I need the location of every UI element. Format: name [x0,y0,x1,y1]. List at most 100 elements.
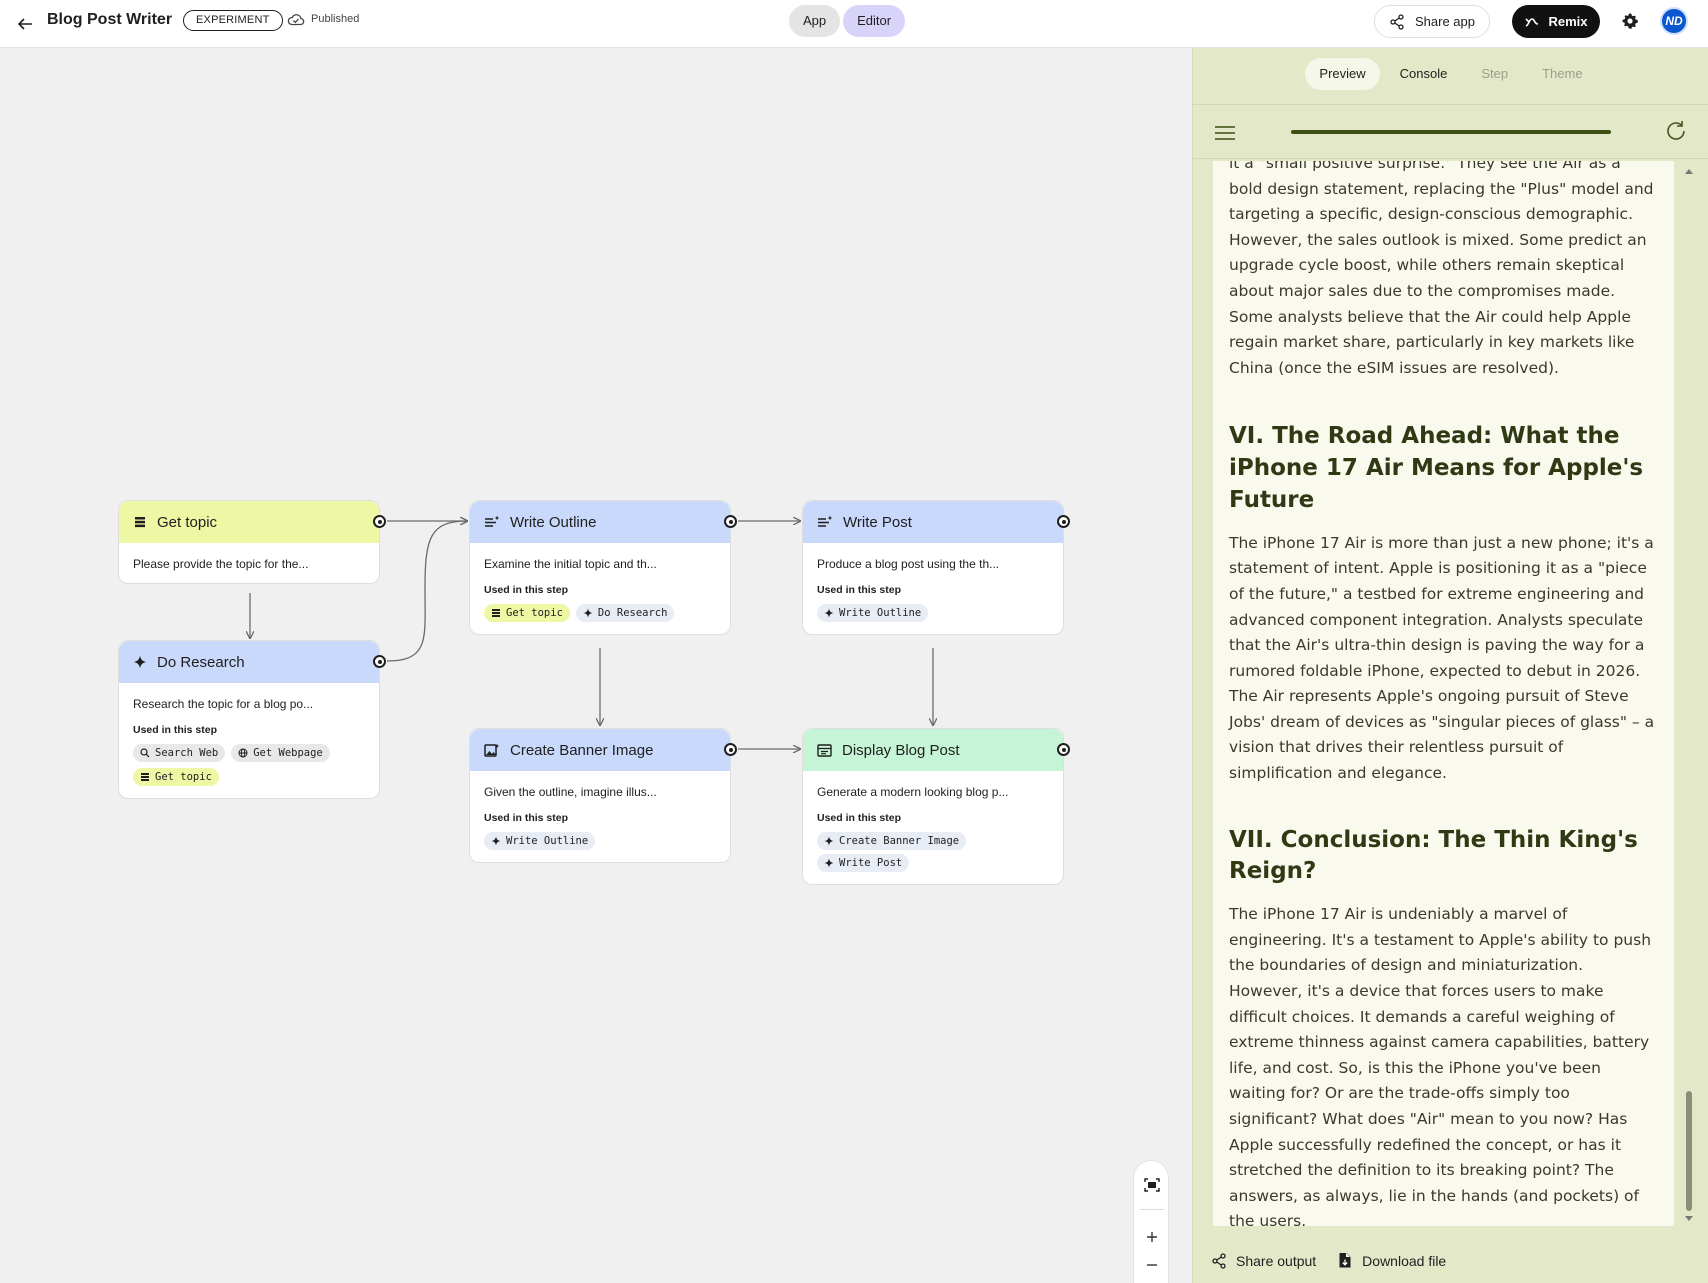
node-create-banner-image[interactable]: Create Banner Image Given the outline, i… [469,728,737,863]
output-port[interactable] [373,655,386,668]
fit-screen-icon [1144,1178,1160,1192]
node-header[interactable]: Create Banner Image [470,729,737,771]
zoom-controls [1133,1160,1169,1283]
share-app-label: Share app [1415,14,1475,29]
publish-status-label: Published [311,13,360,25]
chip-search-web[interactable]: Search Web [133,744,226,762]
download-file-label: Download file [1362,1252,1447,1269]
output-heading: VII. Conclusion: The Thin King's Reign? [1229,826,1638,885]
node-title: Do Research [157,653,245,671]
back-button[interactable] [10,9,40,39]
minus-icon [1147,1264,1157,1266]
node-header[interactable]: Do Research [119,641,386,683]
share-icon [1390,13,1404,30]
settings-button[interactable] [1619,10,1641,32]
remix-label: Remix [1548,14,1588,29]
tab-theme[interactable]: Theme [1528,58,1596,90]
scroll-down-icon [1685,1216,1693,1221]
input-icon [141,773,149,781]
node-header[interactable]: Get topic [119,501,386,543]
sparkle-icon [133,655,147,669]
refresh-icon [1667,121,1685,140]
zoom-out-button[interactable] [1134,1251,1170,1279]
cloud-icon [287,14,305,26]
chip-get-topic[interactable]: Get topic [133,768,219,786]
chip-write-outline[interactable]: Write Outline [817,604,929,622]
output-heading: VI. The Road Ahead: What the iPhone 17 A… [1229,423,1644,513]
input-icon [135,517,145,528]
globe-icon [238,748,248,758]
node-description: Produce a blog post using the th... [817,557,1000,571]
fit-view-button[interactable] [1134,1171,1170,1199]
download-file-button[interactable]: Download file [1338,1252,1446,1269]
output-port[interactable] [1057,743,1070,756]
used-in-step-label: Used in this step [817,812,902,824]
flow-canvas[interactable]: Get topic Please provide the topic for t… [0,48,1192,1283]
app-mode-button[interactable]: App [789,5,841,37]
node-display-blog-post[interactable]: Display Blog Post Generate a modern look… [802,728,1070,885]
chip-write-outline[interactable]: Write Outline [484,832,596,850]
progress-bar [1291,130,1611,134]
node-description: Please provide the topic for the... [133,557,309,571]
node-do-research[interactable]: Do Research Research the topic for a blo… [118,640,386,799]
tab-step[interactable]: Step [1467,58,1522,90]
chip-get-topic[interactable]: Get topic [484,604,570,622]
share-icon [1212,1252,1226,1269]
remix-button[interactable]: Remix [1512,5,1600,38]
panel-footer: Share output Download file [1211,1252,1446,1269]
output-port[interactable] [724,743,737,756]
chip-write-post[interactable]: Write Post [817,854,910,872]
node-header[interactable]: Display Blog Post [803,729,1070,771]
avatar[interactable]: ND [1660,7,1688,35]
preview-panel: Preview Console Step Theme it a "small p… [1192,48,1708,1283]
sparkle-icon [491,836,501,846]
scrollbar-thumb[interactable] [1686,1091,1692,1211]
menu-button[interactable] [1213,123,1237,143]
panel-tabs: Preview Console Step Theme [1193,58,1708,90]
node-header[interactable]: Write Outline [470,501,737,543]
node-description: Research the topic for a blog po... [133,697,314,711]
node-header[interactable]: Write Post [803,501,1070,543]
node-description: Given the outline, imagine illus... [484,785,657,799]
tab-console[interactable]: Console [1386,58,1462,90]
mode-toggle: App Editor [789,5,906,37]
used-in-step-label: Used in this step [133,724,218,736]
output-paragraph: The iPhone 17 Air is more than just a ne… [1229,533,1655,783]
zoom-in-button[interactable] [1134,1223,1170,1251]
output-paragraph: it a "small positive surprise." They see… [1229,161,1654,377]
node-title: Display Blog Post [842,741,960,759]
remix-icon [1525,17,1539,27]
output-document[interactable]: it a "small positive surprise." They see… [1213,161,1674,1226]
gear-icon [1622,13,1638,29]
output-scrollbar[interactable] [1683,161,1695,1226]
publish-status[interactable]: Published [287,12,359,26]
chip-do-research[interactable]: Do Research [575,604,675,622]
text-spark-icon [485,515,500,527]
share-output-label: Share output [1236,1252,1317,1269]
sparkle-icon [824,608,834,618]
experiment-badge: EXPERIMENT [183,10,283,31]
node-write-post[interactable]: Write Post Produce a blog post using the… [802,500,1070,635]
scroll-up-icon [1685,169,1693,174]
hamburger-icon [1215,126,1235,140]
node-write-outline[interactable]: Write Outline Examine the initial topic … [469,500,737,635]
share-app-button[interactable]: Share app [1374,5,1490,38]
chip-create-banner-image[interactable]: Create Banner Image [817,832,967,850]
node-title: Write Post [843,513,912,531]
output-port[interactable] [1057,515,1070,528]
used-in-step-label: Used in this step [484,812,569,824]
node-description: Examine the initial topic and th... [484,557,657,571]
share-output-button[interactable]: Share output [1211,1252,1316,1269]
sparkle-icon [583,608,593,618]
output-port[interactable] [373,515,386,528]
sparkle-icon [824,858,834,868]
node-title: Get topic [157,513,218,531]
restart-button[interactable] [1663,118,1689,144]
node-title: Write Outline [510,513,597,531]
tab-preview[interactable]: Preview [1305,58,1380,90]
chip-get-webpage[interactable]: Get Webpage [231,744,330,762]
text-spark-icon [818,515,833,527]
node-get-topic[interactable]: Get topic Please provide the topic for t… [118,500,386,584]
editor-mode-button[interactable]: Editor [843,5,906,37]
output-port[interactable] [724,515,737,528]
